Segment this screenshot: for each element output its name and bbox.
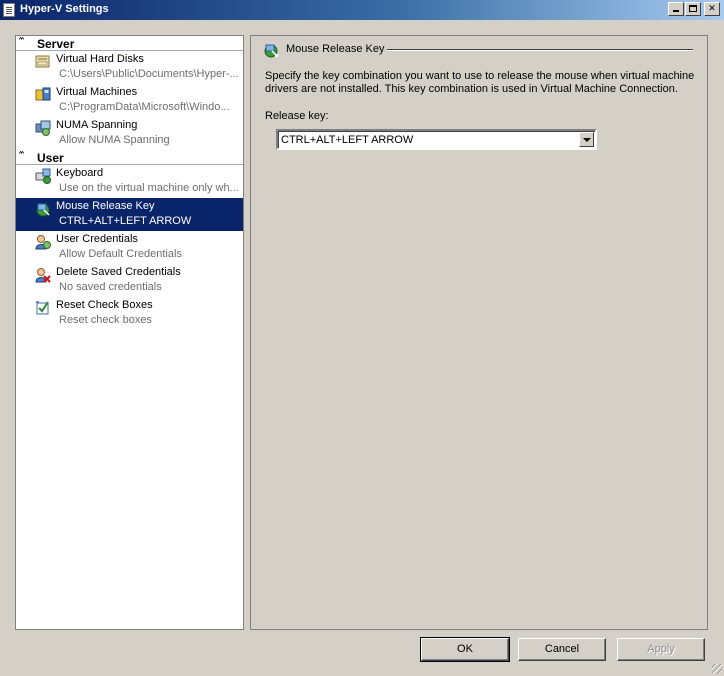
nav-item-name: Virtual Machines bbox=[56, 86, 138, 98]
nav-item-name: Virtual Hard Disks bbox=[56, 53, 144, 65]
settings-window-icon bbox=[3, 3, 15, 17]
section-title: Mouse Release Key bbox=[286, 43, 385, 55]
nav-item-user-credentials[interactable]: User Credentials Allow Default Credential… bbox=[16, 231, 243, 264]
nav-item-value: No saved credentials bbox=[59, 281, 162, 293]
nav-header-label: Server bbox=[37, 37, 75, 51]
numa-spanning-icon bbox=[35, 120, 51, 136]
nav-item-value: Allow Default Credentials bbox=[59, 248, 182, 260]
nav-header-user[interactable]: ˄˄ User bbox=[16, 150, 243, 165]
title-bar: Hyper-V Settings ✕ bbox=[0, 0, 724, 20]
maximize-button[interactable] bbox=[685, 2, 701, 16]
chevron-down-icon[interactable] bbox=[579, 132, 594, 147]
nav-item-reset-check-boxes[interactable]: Reset Check Boxes Reset check boxes bbox=[16, 297, 243, 330]
ok-button[interactable]: OK bbox=[420, 637, 510, 662]
virtual-hard-disks-icon bbox=[35, 55, 50, 68]
close-icon: ✕ bbox=[708, 4, 716, 14]
window-title: Hyper-V Settings bbox=[20, 3, 109, 15]
section-description: Specify the key combination you want to … bbox=[265, 70, 695, 95]
collapse-chevron-icon[interactable]: ˄˄ bbox=[18, 37, 25, 49]
settings-content-panel: Mouse Release Key Specify the key combin… bbox=[250, 35, 708, 630]
nav-item-value: C:\Users\Public\Documents\Hyper-... bbox=[59, 68, 239, 80]
release-key-dropdown[interactable]: CTRL+ALT+LEFT ARROW bbox=[276, 129, 597, 150]
close-button[interactable]: ✕ bbox=[704, 2, 720, 16]
nav-item-value: Use on the virtual machine only wh... bbox=[59, 182, 239, 194]
collapse-chevron-icon[interactable]: ˄˄ bbox=[18, 151, 25, 163]
nav-item-keyboard[interactable]: Keyboard Use on the virtual machine only … bbox=[16, 165, 243, 198]
section-divider bbox=[387, 49, 693, 51]
nav-item-numa-spanning[interactable]: NUMA Spanning Allow NUMA Spanning bbox=[16, 117, 243, 150]
settings-navigation: ˄˄ Server Virtual Hard Disks C:\Users\Pub… bbox=[15, 35, 244, 630]
delete-saved-credentials-icon bbox=[35, 268, 51, 283]
mouse-release-key-icon bbox=[36, 203, 50, 217]
nav-item-value: Reset check boxes bbox=[59, 314, 152, 326]
nav-item-name: Delete Saved Credentials bbox=[56, 266, 181, 278]
nav-item-mouse-release-key[interactable]: Mouse Release Key CTRL+ALT+LEFT ARROW bbox=[16, 198, 243, 231]
nav-item-virtual-machines[interactable]: Virtual Machines C:\ProgramData\Microsoft… bbox=[16, 84, 243, 117]
nav-item-virtual-hard-disks[interactable]: Virtual Hard Disks C:\Users\Public\Docume… bbox=[16, 51, 243, 84]
mouse-release-key-icon bbox=[264, 44, 278, 58]
nav-item-name: Keyboard bbox=[56, 167, 104, 179]
maximize-icon bbox=[689, 5, 697, 12]
minimize-button[interactable] bbox=[668, 2, 684, 16]
nav-item-name: Reset Check Boxes bbox=[56, 299, 153, 311]
nav-header-server[interactable]: ˄˄ Server bbox=[16, 36, 243, 51]
minimize-icon bbox=[673, 10, 679, 12]
virtual-machines-icon bbox=[35, 87, 51, 101]
nav-item-name: Mouse Release Key bbox=[56, 200, 155, 212]
nav-header-label: User bbox=[37, 151, 64, 165]
user-credentials-icon bbox=[35, 235, 51, 250]
nav-item-value: Allow NUMA Spanning bbox=[59, 134, 170, 146]
keyboard-icon bbox=[35, 168, 51, 184]
nav-item-value: CTRL+ALT+LEFT ARROW bbox=[59, 215, 192, 227]
reset-check-boxes-icon bbox=[36, 301, 49, 315]
nav-item-name: NUMA Spanning bbox=[56, 119, 138, 131]
release-key-value: CTRL+ALT+LEFT ARROW bbox=[281, 134, 414, 146]
cancel-button[interactable]: Cancel bbox=[518, 638, 606, 661]
apply-button[interactable]: Apply bbox=[617, 638, 705, 661]
release-key-label: Release key: bbox=[265, 110, 329, 122]
nav-item-value: C:\ProgramData\Microsoft\Windo... bbox=[59, 101, 230, 113]
nav-item-name: User Credentials bbox=[56, 233, 138, 245]
resize-grip[interactable] bbox=[712, 664, 722, 674]
nav-item-delete-saved-credentials[interactable]: Delete Saved Credentials No saved credent… bbox=[16, 264, 243, 297]
